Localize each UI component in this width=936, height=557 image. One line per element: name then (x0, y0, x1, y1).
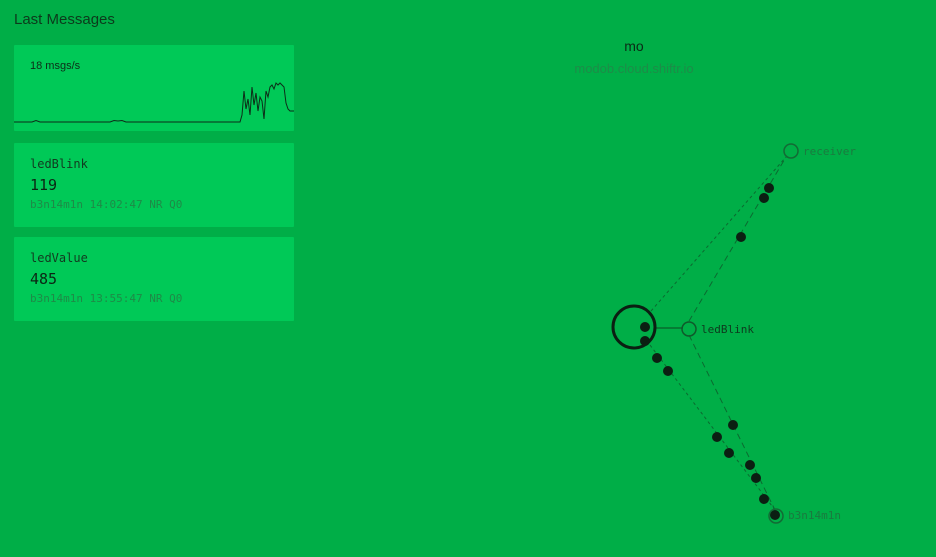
shiftr-dashboard: Last Messages 18 msgs/s ledBlink 119 b3n… (0, 0, 936, 557)
node-ledblink[interactable] (681, 321, 697, 337)
message-particle (728, 420, 738, 430)
message-particle (736, 232, 746, 242)
node-receiver[interactable] (783, 143, 799, 159)
message-particle (724, 448, 734, 458)
message-particle (663, 366, 673, 376)
message-particle (759, 494, 769, 504)
message-particle (712, 432, 722, 442)
message-particle (764, 183, 774, 193)
node-ledblink-label: ledBlink (701, 323, 754, 336)
message-particle (759, 193, 769, 203)
node-receiver-label: receiver (803, 145, 856, 158)
topology-graph: receiver ledBlink b3n14m1n (611, 143, 856, 524)
message-particle (745, 460, 755, 470)
message-particle (640, 322, 650, 332)
connection-broker-receiver (650, 156, 787, 312)
node-client-label: b3n14m1n (788, 509, 841, 522)
message-particle (652, 353, 662, 363)
message-particle (751, 473, 761, 483)
message-particles (640, 183, 780, 520)
